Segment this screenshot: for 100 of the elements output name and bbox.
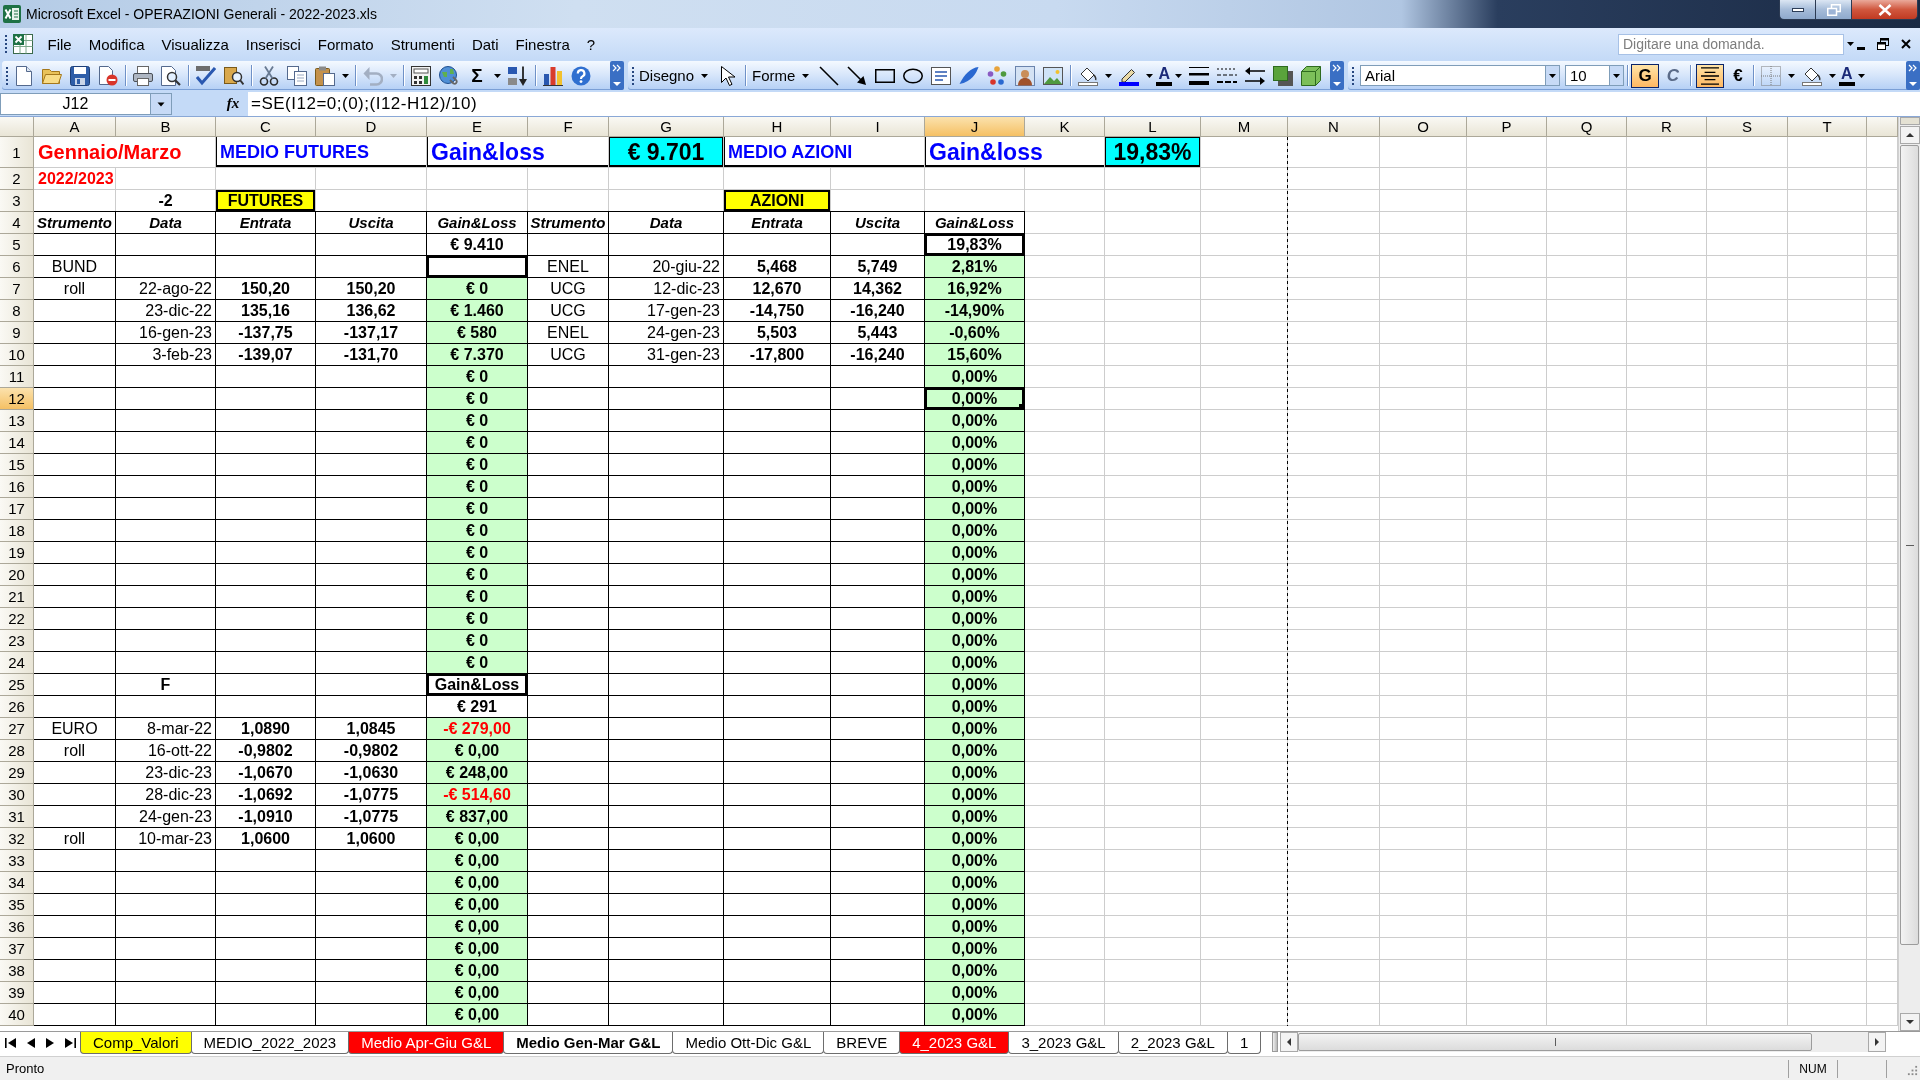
column-header[interactable]: H [724,117,831,137]
line-weight-icon[interactable] [1188,65,1209,86]
row-header[interactable]: 15 [0,454,34,476]
row-header[interactable]: 13 [0,410,34,432]
scroll-thumb[interactable] [1298,1033,1812,1051]
tab-split-handle[interactable] [1272,1032,1278,1052]
row-header[interactable]: 24 [0,652,34,674]
first-sheet-icon[interactable] [5,1036,17,1049]
italic-button[interactable]: C [1659,63,1687,88]
globe-link-icon[interactable] [439,65,459,86]
toolbar-options-icon[interactable] [1906,61,1920,90]
toolbar-options-icon[interactable] [1330,61,1344,90]
column-header[interactable]: J [925,117,1025,137]
row-header[interactable]: 30 [0,784,34,806]
dropdown-arrow-icon[interactable] [1857,73,1865,78]
minimize-button[interactable] [1779,0,1815,20]
last-sheet-icon[interactable] [64,1036,76,1049]
menu-item[interactable]: Visualizza [153,35,238,53]
row-header[interactable]: 40 [0,1004,34,1026]
row-header[interactable]: 33 [0,850,34,872]
row-header[interactable]: 32 [0,828,34,850]
row-header[interactable]: 28 [0,740,34,762]
row-header[interactable]: 35 [0,894,34,916]
column-header[interactable]: Q [1547,117,1627,137]
workbook-icon[interactable] [13,34,33,54]
scroll-left-icon[interactable] [1280,1032,1298,1052]
menu-item[interactable]: Modifica [80,35,154,53]
next-sheet-icon[interactable] [45,1036,55,1049]
scissors-icon[interactable] [259,65,279,86]
drag-handle[interactable] [5,35,7,53]
person-icon[interactable] [1015,65,1036,86]
book-magnifier-icon[interactable] [224,65,244,86]
printer-icon[interactable] [133,65,153,86]
row-header[interactable]: 12 [0,388,34,410]
column-header[interactable]: O [1380,117,1467,137]
row-header[interactable]: 38 [0,960,34,982]
row-header[interactable]: 27 [0,718,34,740]
row-header[interactable]: 22 [0,608,34,630]
row-header[interactable]: 10 [0,344,34,366]
dash-style-icon[interactable] [1216,65,1237,86]
dropdown-arrow-icon[interactable] [701,73,709,78]
previous-sheet-icon[interactable] [26,1036,36,1049]
scroll-right-icon[interactable] [1868,1032,1886,1052]
menu-item[interactable]: Formato [309,35,383,53]
close-button[interactable] [1852,0,1918,20]
scroll-up-icon[interactable] [1899,126,1920,144]
column-header[interactable]: K [1025,117,1105,137]
row-header[interactable]: 19 [0,542,34,564]
scroll-thumb[interactable] [1900,145,1919,945]
sheet-tab[interactable]: Medio Apr-Giu G&L [348,1032,505,1054]
column-header[interactable]: F [528,117,609,137]
row-header[interactable]: 39 [0,982,34,1004]
formula-field[interactable]: =SE(I12=0;(0);(I12-H12)/10) [248,91,1920,116]
paint-bucket-icon[interactable] [1078,65,1099,86]
row-header[interactable]: 36 [0,916,34,938]
name-box[interactable]: J12 [0,92,150,115]
column-header[interactable]: N [1288,117,1380,137]
print-preview-icon[interactable] [161,65,181,86]
row-header[interactable]: 20 [0,564,34,586]
row-header[interactable]: 26 [0,696,34,718]
column-header[interactable]: D [316,117,427,137]
drag-handle[interactable] [1352,66,1354,85]
column-header[interactable]: M [1201,117,1288,137]
row-header[interactable]: 11 [0,366,34,388]
restore-button[interactable] [1815,0,1852,20]
dropdown-arrow-icon[interactable] [1788,73,1795,78]
paint-bucket-icon[interactable] [1802,65,1822,86]
shadow-icon[interactable] [1272,65,1293,86]
function-button[interactable]: fx [222,92,244,115]
menu-item[interactable]: Dati [463,35,508,53]
arrow-icon[interactable] [847,65,868,86]
dropdown-arrow-icon[interactable] [1146,73,1154,78]
font-color-button[interactable]: A [1156,65,1172,86]
vertical-scrollbar[interactable] [1898,117,1920,1031]
column-header[interactable]: G [609,117,724,137]
column-header[interactable]: B [116,117,216,137]
dropdown-arrow-icon[interactable] [494,73,501,78]
cube-icon[interactable] [1300,65,1321,86]
sheet-tab[interactable]: 4_2023 G&L [899,1032,1010,1054]
row-header[interactable]: 21 [0,586,34,608]
bold-button[interactable]: G [1631,63,1659,88]
restore-icon[interactable] [1877,38,1889,50]
row-header[interactable]: 25 [0,674,34,696]
row-header[interactable]: 8 [0,300,34,322]
row-header[interactable]: 7 [0,278,34,300]
copy-icon[interactable] [287,65,307,86]
column-header[interactable]: A [34,117,116,137]
save-icon[interactable] [70,65,90,86]
row-header[interactable]: 23 [0,630,34,652]
column-header[interactable]: R [1627,117,1707,137]
help-icon[interactable] [571,65,591,86]
align-center-button[interactable] [1696,63,1724,88]
menu-item[interactable]: Strumenti [382,35,464,53]
row-header[interactable]: 18 [0,520,34,542]
sheet-tab[interactable]: Comp_Valori [80,1032,192,1054]
column-header[interactable]: S [1707,117,1788,137]
menu-button[interactable]: Forme [749,64,816,87]
new-document-icon[interactable] [14,65,34,86]
menu-item[interactable]: File [39,35,81,53]
drag-handle[interactable] [632,66,634,85]
